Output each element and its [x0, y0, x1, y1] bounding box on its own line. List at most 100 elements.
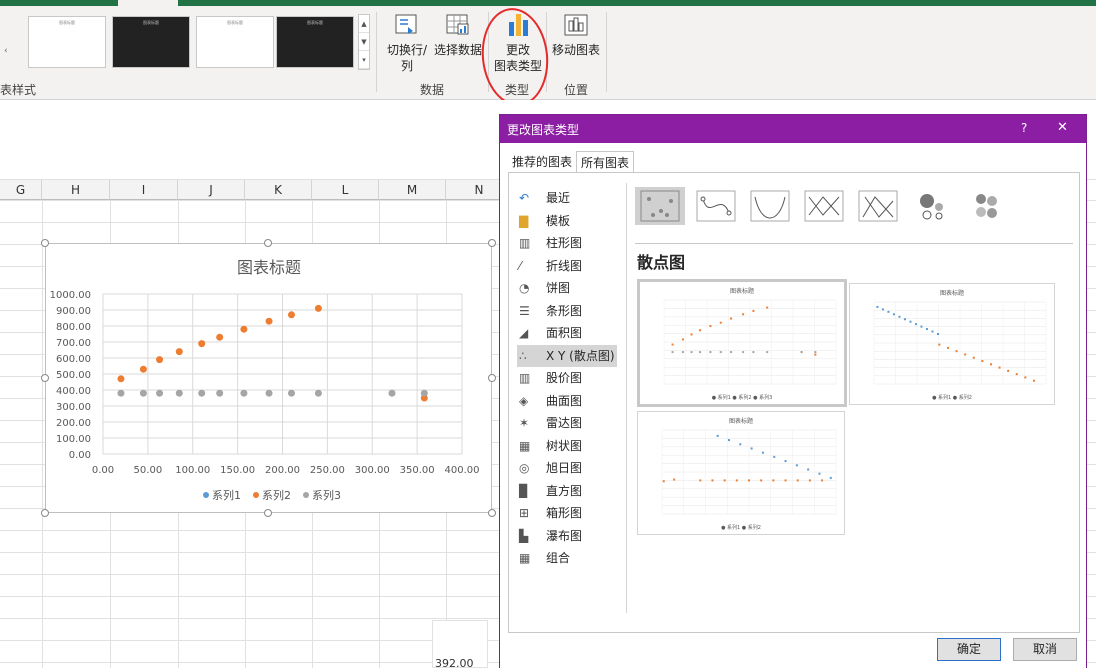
preview-legend: ● 系列1 ● 系列2	[721, 524, 761, 531]
help-button[interactable]: ?	[1021, 121, 1027, 135]
col-header-L[interactable]: L	[312, 180, 379, 200]
chart-type-icon: ☰	[519, 303, 530, 318]
resize-handle[interactable]	[41, 374, 49, 382]
preview-title: 图表标题	[940, 289, 964, 297]
preview-point	[752, 351, 755, 354]
move-chart-button[interactable]: 移动图表	[550, 12, 602, 58]
chart-style-thumb-4[interactable]: 图表标题	[276, 16, 354, 68]
y-tick-label: 500.00	[56, 370, 91, 381]
y-tick-label: 900.00	[56, 306, 91, 317]
preview-point	[760, 479, 763, 482]
close-icon[interactable]: ✕	[1057, 120, 1068, 135]
preview-scatter-3[interactable]: 图表标题 ● 系列1 ● 系列2	[637, 411, 845, 535]
preview-point	[711, 479, 714, 482]
move-chart-icon	[563, 12, 589, 38]
chart-type-nav-item[interactable]: ⁄ 折线图	[517, 255, 617, 277]
preview-point	[981, 360, 984, 363]
embedded-chart[interactable]: 图表标题 0.00 100.00 200.00 300.00 400.00 500.00 60…	[45, 243, 492, 513]
resize-handle[interactable]	[264, 509, 272, 517]
tab-recommended[interactable]: 推荐的图表	[508, 151, 576, 173]
chart-type-nav-item[interactable]: ✶ 雷达图	[517, 412, 617, 434]
col-header-I[interactable]: I	[110, 180, 178, 200]
col-header-H[interactable]: H	[42, 180, 110, 200]
chart-type-nav-item[interactable]: ▦ 组合	[517, 547, 617, 569]
resize-handle[interactable]	[488, 509, 496, 517]
preview-point	[742, 351, 745, 354]
preview-point	[814, 351, 817, 354]
data-point	[117, 375, 125, 383]
chart-type-nav-item[interactable]: ◈ 曲面图	[517, 390, 617, 412]
preview-point	[673, 478, 676, 481]
preview-point	[716, 434, 719, 437]
preview-point	[876, 305, 879, 308]
data-point	[287, 311, 295, 319]
chart-type-nav-item[interactable]: ▦ 树状图	[517, 435, 617, 457]
preview-point	[829, 476, 832, 479]
preview-point	[1032, 379, 1035, 382]
chart-type-nav-item[interactable]: ▉ 直方图	[517, 480, 617, 502]
bubble-3d-subtype[interactable]	[961, 187, 1011, 225]
chart-type-nav-item[interactable]: ▙ 瀑布图	[517, 525, 617, 547]
cell-value[interactable]: 392.00	[432, 620, 488, 668]
switch-row-col-button[interactable]: 切换行/列	[382, 12, 432, 74]
ok-button[interactable]: 确定	[937, 638, 1001, 661]
scatter-subtype-straight[interactable]	[853, 187, 903, 225]
preview-point	[690, 351, 693, 354]
chart-style-thumb-1[interactable]: 图表标题	[28, 16, 106, 68]
tab-all-charts[interactable]: 所有图表	[576, 151, 635, 173]
select-data-button[interactable]: 选择数据	[432, 12, 484, 58]
col-header-J[interactable]: J	[178, 180, 245, 200]
chart-type-nav-item[interactable]: ↶ 最近	[517, 187, 617, 209]
y-tick-label: 600.00	[56, 354, 91, 365]
change-chart-type-dialog: 更改图表类型 ? ✕ 推荐的图表 所有图表 ↶ 最近 ▇ 模板 ▥ 柱形图 ⁄ 折线图 ◔ 饼图 ☰…	[499, 114, 1087, 668]
chart-type-nav-item[interactable]: ▇ 模板	[517, 210, 617, 232]
chart-type-icon: ✶	[519, 416, 530, 430]
preview-point	[925, 328, 928, 331]
chart-type-icon: ◔	[519, 281, 530, 295]
preview-point	[964, 353, 967, 356]
resize-handle[interactable]	[488, 239, 496, 247]
legend-marker	[303, 492, 309, 498]
cancel-button[interactable]: 取消	[1013, 638, 1077, 661]
resize-handle[interactable]	[41, 239, 49, 247]
col-header-M[interactable]: M	[379, 180, 446, 200]
bubble-subtype[interactable]	[907, 187, 957, 225]
gallery-scroll[interactable]: ▲ ▼ ▾	[358, 14, 370, 70]
preview-point	[1007, 369, 1010, 372]
preview-point	[818, 472, 821, 475]
switch-row-col-icon	[394, 12, 420, 38]
resize-handle[interactable]	[488, 374, 496, 382]
chart-type-nav-item[interactable]: ▥ 柱形图	[517, 232, 617, 254]
scatter-subtype-smooth[interactable]	[745, 187, 795, 225]
preview-scatter-1[interactable]: 图表标题 ● 系列1 ● 系列2 ● 系列3	[637, 279, 847, 407]
preview-point	[795, 464, 798, 467]
chart-type-nav-item[interactable]: ▥ 股价图	[517, 367, 617, 389]
scatter-subtype-straight-markers[interactable]	[799, 187, 849, 225]
chart-type-nav-item[interactable]: ◎ 旭日图	[517, 457, 617, 479]
chart-type-icon: ⁄	[519, 258, 522, 273]
chart-style-thumb-3[interactable]: 图表标题	[196, 16, 274, 68]
resize-handle[interactable]	[41, 509, 49, 517]
col-header-K[interactable]: K	[245, 180, 312, 200]
chart-type-icon: ◢	[519, 326, 529, 340]
scatter-subtype-markers[interactable]	[635, 187, 685, 225]
chart-type-nav-item[interactable]: ◢ 面积图	[517, 322, 617, 344]
preview-point	[681, 338, 684, 341]
scatter-subtype-smooth-markers[interactable]	[691, 187, 741, 225]
data-point	[117, 389, 125, 397]
gallery-left-arrow[interactable]: ‹	[4, 46, 8, 56]
chart-type-nav-item[interactable]: ∴ X Y (散点图)	[517, 344, 617, 367]
chart-type-nav-item[interactable]: ◔ 饼图	[517, 277, 617, 299]
chart-type-nav-item[interactable]: ☰ 条形图	[517, 300, 617, 322]
chart-type-icon: ◈	[519, 393, 529, 408]
preview-scatter-2[interactable]: 图表标题 ● 系列1 ● 系列2	[849, 283, 1055, 405]
chart-type-icon: ◎	[519, 461, 530, 475]
preview-point	[766, 306, 769, 309]
col-header-G[interactable]: G	[0, 180, 42, 200]
preview-point	[807, 468, 810, 471]
dialog-title: 更改图表类型	[507, 123, 580, 137]
chart-type-nav-item[interactable]: ⊞ 箱形图	[517, 502, 617, 524]
resize-handle[interactable]	[264, 239, 272, 247]
data-point	[314, 389, 322, 397]
chart-style-thumb-2[interactable]: 图表标题	[112, 16, 190, 68]
